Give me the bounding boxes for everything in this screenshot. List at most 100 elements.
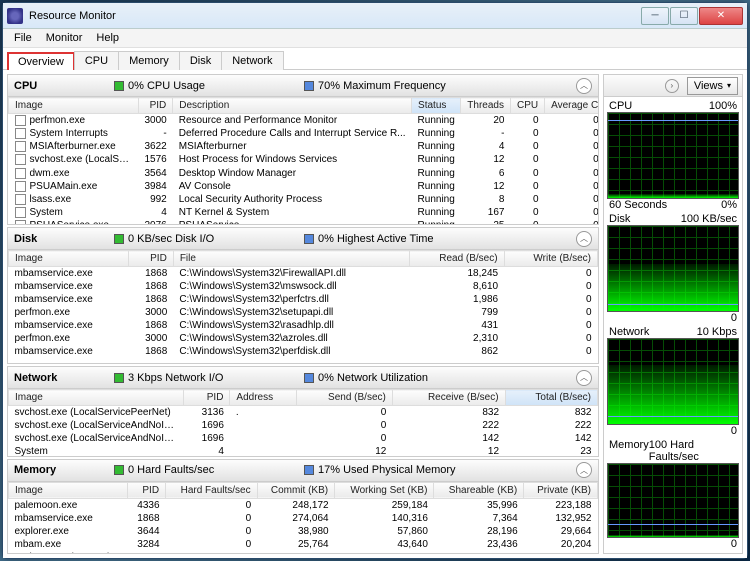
- network-panel-header[interactable]: Network 3 Kbps Network I/O 0% Network Ut…: [8, 367, 598, 389]
- table-row[interactable]: mbam.exe3284025,76443,64023,43620,204: [9, 538, 598, 551]
- table-row[interactable]: System4121223: [9, 445, 598, 456]
- column-header[interactable]: Read (B/sec): [410, 251, 504, 267]
- checkbox[interactable]: [15, 207, 26, 218]
- table-row[interactable]: mbamservice.exe1868C:\Windows\System32\p…: [9, 345, 598, 358]
- tab-memory[interactable]: Memory: [118, 51, 180, 70]
- column-header[interactable]: Shareable (KB): [434, 482, 524, 498]
- chevron-right-icon[interactable]: ›: [665, 79, 679, 93]
- table-row[interactable]: svchost.exe (LocalServiceNoNetwork)1576H…: [9, 153, 599, 166]
- table-row[interactable]: svchost.exe (netsvcs)1116022,38437,52018…: [9, 551, 598, 553]
- cpu-panel-header[interactable]: CPU 0% CPU Usage 70% Maximum Frequency ︿: [8, 75, 598, 97]
- menu-monitor[interactable]: Monitor: [39, 30, 90, 46]
- graph-network: Network10 Kbps0: [607, 326, 739, 437]
- tab-overview[interactable]: Overview: [7, 52, 75, 70]
- tabbar: Overview CPU Memory Disk Network: [3, 48, 747, 70]
- table-row[interactable]: mbamservice.exe1868C:\Windows\System32\m…: [9, 280, 598, 293]
- square-blue-icon: [304, 373, 314, 383]
- column-header[interactable]: PID: [128, 482, 166, 498]
- column-header[interactable]: PID: [184, 390, 230, 406]
- tab-cpu[interactable]: CPU: [74, 51, 119, 70]
- column-header[interactable]: PID: [128, 251, 173, 267]
- column-header[interactable]: Send (B/sec): [297, 390, 392, 406]
- column-header[interactable]: CPU: [510, 98, 544, 114]
- memory-panel-header[interactable]: Memory 0 Hard Faults/sec 17% Used Physic…: [8, 460, 598, 482]
- tab-network[interactable]: Network: [221, 51, 283, 70]
- disk-panel-title: Disk: [14, 233, 74, 245]
- column-header[interactable]: Working Set (KB): [335, 482, 434, 498]
- table-row[interactable]: perfmon.exe3000Resource and Performance …: [9, 114, 599, 128]
- disk-table[interactable]: ImagePIDFileRead (B/sec)Write (B/sec)mba…: [8, 250, 598, 363]
- column-header[interactable]: Private (KB): [524, 482, 598, 498]
- column-header[interactable]: Receive (B/sec): [392, 390, 505, 406]
- chevron-up-icon[interactable]: ︿: [576, 370, 592, 386]
- menu-help[interactable]: Help: [89, 30, 126, 46]
- window-title: Resource Monitor: [29, 10, 641, 22]
- table-row[interactable]: PSUAMain.exe3984AV ConsoleRunning1200.05: [9, 180, 599, 193]
- tab-disk[interactable]: Disk: [179, 51, 222, 70]
- column-header[interactable]: Status: [412, 98, 461, 114]
- column-header[interactable]: Image: [9, 390, 184, 406]
- column-header[interactable]: Total (B/sec): [505, 390, 597, 406]
- memory-panel: Memory 0 Hard Faults/sec 17% Used Physic…: [7, 459, 599, 554]
- column-header[interactable]: Threads: [461, 98, 511, 114]
- column-header[interactable]: Address: [230, 390, 297, 406]
- checkbox[interactable]: [15, 168, 26, 179]
- titlebar[interactable]: Resource Monitor ─ ☐ ✕: [3, 3, 747, 29]
- table-row[interactable]: MSIAfterburner.exe3622MSIAfterburnerRunn…: [9, 140, 599, 153]
- right-column: › Views CPU100%60 Seconds0%Disk100 KB/se…: [603, 74, 743, 554]
- graph-memory: Memory100 Hard Faults/sec0: [607, 439, 739, 550]
- column-header[interactable]: Description: [173, 98, 412, 114]
- table-row[interactable]: svchost.exe (LocalServiceAndNoImpersonat…: [9, 432, 598, 445]
- app-window: Resource Monitor ─ ☐ ✕ File Monitor Help…: [2, 2, 748, 559]
- table-row[interactable]: perfmon.exe3000C:\Windows\System32\azrol…: [9, 332, 598, 345]
- column-header[interactable]: Image: [9, 98, 139, 114]
- square-blue-icon: [304, 465, 314, 475]
- square-blue-icon: [304, 234, 314, 244]
- checkbox[interactable]: [15, 181, 26, 192]
- table-row[interactable]: PSUAService.exe2076PSUAServiceRunning250…: [9, 219, 599, 224]
- menu-file[interactable]: File: [7, 30, 39, 46]
- disk-panel-header[interactable]: Disk 0 KB/sec Disk I/O 0% Highest Active…: [8, 228, 598, 250]
- maximize-button[interactable]: ☐: [670, 7, 698, 25]
- column-header[interactable]: File: [173, 251, 409, 267]
- column-header[interactable]: Image: [9, 251, 129, 267]
- checkbox[interactable]: [15, 115, 26, 126]
- chevron-up-icon[interactable]: ︿: [576, 78, 592, 94]
- views-button[interactable]: Views: [687, 77, 738, 95]
- table-row[interactable]: mbamservice.exe18680274,064140,3167,3641…: [9, 512, 598, 525]
- column-header[interactable]: Commit (KB): [257, 482, 334, 498]
- table-row[interactable]: mbamservice.exe1868C:\Windows\System32\p…: [9, 293, 598, 306]
- graph-cpu: CPU100%60 Seconds0%: [607, 100, 739, 211]
- column-header[interactable]: PID: [139, 98, 173, 114]
- table-row[interactable]: perfmon.exe3000C:\Windows\System32\setup…: [9, 306, 598, 319]
- memory-table[interactable]: ImagePIDHard Faults/secCommit (KB)Workin…: [8, 482, 598, 553]
- table-row[interactable]: palemoon.exe43360248,172259,18435,996223…: [9, 498, 598, 512]
- column-header[interactable]: Average CPU: [545, 98, 598, 114]
- table-row[interactable]: System4NT Kernel & SystemRunning16700.03: [9, 206, 599, 219]
- checkbox[interactable]: [15, 154, 26, 165]
- checkbox[interactable]: [15, 220, 26, 224]
- table-row[interactable]: explorer.exe3644038,98057,86028,19629,66…: [9, 525, 598, 538]
- square-blue-icon: [304, 81, 314, 91]
- chevron-up-icon[interactable]: ︿: [576, 231, 592, 247]
- table-row[interactable]: mbamservice.exe1868C:\Windows\System32\F…: [9, 267, 598, 281]
- checkbox[interactable]: [15, 194, 26, 205]
- table-row[interactable]: svchost.exe (LocalServiceAndNoImpersonat…: [9, 419, 598, 432]
- table-row[interactable]: dwm.exe3564Desktop Window ManagerRunning…: [9, 167, 599, 180]
- column-header[interactable]: Hard Faults/sec: [166, 482, 258, 498]
- table-row[interactable]: lsass.exe992Local Security Authority Pro…: [9, 193, 599, 206]
- checkbox[interactable]: [15, 128, 26, 139]
- checkbox[interactable]: [15, 141, 26, 152]
- network-panel: Network 3 Kbps Network I/O 0% Network Ut…: [7, 366, 599, 457]
- table-row[interactable]: System Interrupts-Deferred Procedure Cal…: [9, 127, 599, 140]
- column-header[interactable]: Write (B/sec): [504, 251, 597, 267]
- chevron-up-icon[interactable]: ︿: [576, 462, 592, 478]
- cpu-table[interactable]: ImagePIDDescriptionStatusThreadsCPUAvera…: [8, 97, 598, 224]
- network-table[interactable]: ImagePIDAddressSend (B/sec)Receive (B/se…: [8, 389, 598, 456]
- table-row[interactable]: mbamservice.exe1868C:\Windows\System32\r…: [9, 319, 598, 332]
- close-button[interactable]: ✕: [699, 7, 743, 25]
- graph-plot: [607, 338, 739, 425]
- column-header[interactable]: Image: [9, 482, 128, 498]
- table-row[interactable]: svchost.exe (LocalServicePeerNet)3136.08…: [9, 406, 598, 420]
- minimize-button[interactable]: ─: [641, 7, 669, 25]
